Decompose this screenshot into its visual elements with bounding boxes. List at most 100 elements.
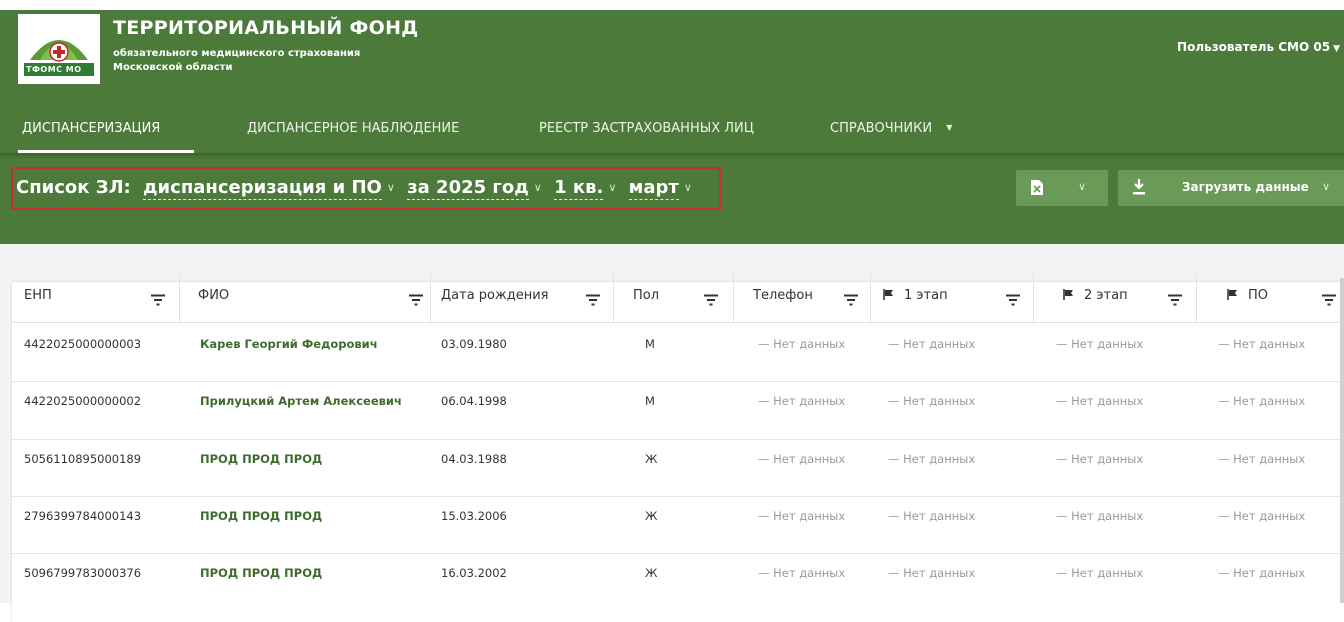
excel-file-icon (1031, 180, 1043, 195)
column-header-label: ФИО (198, 288, 230, 303)
cell-fio-link[interactable]: ПРОД ПРОД ПРОД (200, 509, 322, 523)
cell-fio-link[interactable]: ПРОД ПРОД ПРОД (200, 452, 322, 466)
flag-icon (1063, 289, 1073, 300)
cell-stage1: — Нет данных (888, 394, 976, 408)
column-header-label: ЕНП (24, 288, 52, 303)
cell-fio-link[interactable]: Карев Георгий Федорович (200, 337, 378, 351)
cell-enp: 2796399784000143 (24, 509, 142, 523)
row-divider (12, 381, 1344, 382)
column-header-phone[interactable]: Телефон (753, 288, 865, 314)
filter-year-select[interactable]: за 2025 год (407, 177, 529, 200)
chevron-down-icon: ∨ (1322, 180, 1331, 193)
list-filter: Список ЗЛ: диспансеризация и ПО ∨ за 2025… (16, 177, 698, 200)
org-subtitle-line1: обязательного медицинского страхования (113, 48, 361, 59)
tab-reestr-zastrakhovannykh[interactable]: РЕЕСТР ЗАСТРАХОВАННЫХ ЛИЦ (539, 121, 754, 136)
user-menu[interactable]: Пользователь СМО 05 ▼ (1177, 40, 1340, 54)
tab-spravochniki[interactable]: СПРАВОЧНИКИ ▼ (830, 121, 952, 136)
flag-icon (1227, 289, 1237, 300)
cell-phone: — Нет данных (758, 566, 846, 580)
filter-month-select[interactable]: март (628, 177, 679, 200)
filter-quarter-select[interactable]: 1 кв. (554, 177, 604, 200)
row-divider (12, 439, 1344, 440)
column-header-birth-date[interactable]: Дата рождения (441, 288, 607, 314)
column-header-label: 1 этап (904, 288, 948, 303)
column-divider (613, 274, 614, 322)
load-data-label: Загрузить данные (1182, 180, 1309, 194)
tab-spravochniki-label: СПРАВОЧНИКИ (830, 121, 933, 136)
cell-sex: Ж (645, 509, 658, 523)
table-scrollbar[interactable] (1340, 278, 1344, 603)
cell-stage2: — Нет данных (1056, 566, 1144, 580)
column-divider (430, 274, 431, 322)
cell-po: — Нет данных (1218, 566, 1306, 580)
chevron-down-icon: ∨ (1078, 180, 1087, 193)
cell-enp: 4422025000000002 (24, 394, 142, 408)
column-header-label: ПО (1248, 288, 1269, 303)
cell-stage2: — Нет данных (1056, 337, 1144, 351)
cell-stage2: — Нет данных (1056, 394, 1144, 408)
column-header-po[interactable]: ПО (1227, 288, 1339, 314)
cell-sex: М (645, 337, 655, 351)
cell-stage1: — Нет данных (888, 566, 976, 580)
row-divider (12, 553, 1344, 554)
column-divider (1033, 274, 1034, 322)
column-header-stage2[interactable]: 2 этап (1063, 288, 1191, 314)
cell-enp: 5056110895000189 (24, 452, 142, 466)
cell-po: — Нет данных (1218, 337, 1306, 351)
filter-icon[interactable] (150, 294, 166, 306)
filter-icon[interactable] (1005, 294, 1021, 306)
cell-birth-date: 06.04.1998 (441, 394, 507, 408)
org-subtitle-line2: Московской области (113, 62, 233, 73)
filter-type-select[interactable]: диспансеризация и ПО (143, 177, 382, 200)
row-divider (12, 496, 1344, 497)
cell-phone: — Нет данных (758, 452, 846, 466)
cell-stage1: — Нет данных (888, 509, 976, 523)
org-subtitle: обязательного медицинского страхования М… (113, 47, 360, 75)
column-header-fio[interactable]: ФИО (198, 288, 424, 314)
export-excel-button[interactable]: ∨ (1016, 170, 1108, 206)
tab-dispanserizatsiya[interactable]: ДИСПАНСЕРИЗАЦИЯ (22, 121, 160, 136)
chevron-down-icon: ▼ (946, 123, 953, 132)
download-icon (1133, 179, 1145, 195)
load-data-button[interactable]: Загрузить данные ∨ (1118, 170, 1344, 206)
column-divider (870, 274, 871, 322)
cell-sex: М (645, 394, 655, 408)
cell-birth-date: 03.09.1980 (441, 337, 507, 351)
chevron-down-icon: ∨ (386, 181, 395, 194)
tab-dispansernoe-nablyudenie[interactable]: ДИСПАНСЕРНОЕ НАБЛЮДЕНИЕ (247, 121, 459, 136)
cell-phone: — Нет данных (758, 509, 846, 523)
cell-phone: — Нет данных (758, 337, 846, 351)
cell-phone: — Нет данных (758, 394, 846, 408)
cell-sex: Ж (645, 452, 658, 466)
active-tab-indicator (18, 150, 194, 153)
cell-enp: 4422025000000003 (24, 337, 142, 351)
column-header-enp[interactable]: ЕНП (24, 288, 170, 314)
chevron-down-icon: ∨ (683, 181, 692, 194)
column-header-stage1[interactable]: 1 этап (883, 288, 1025, 314)
chevron-down-icon: ∨ (533, 181, 542, 194)
column-header-label: 2 этап (1084, 288, 1128, 303)
filter-icon[interactable] (585, 294, 601, 306)
cell-sex: Ж (645, 566, 658, 580)
filter-icon[interactable] (408, 294, 424, 306)
filter-icon[interactable] (843, 294, 859, 306)
column-divider (1196, 274, 1197, 322)
cell-stage1: — Нет данных (888, 337, 976, 351)
cell-birth-date: 16.03.2002 (441, 566, 507, 580)
column-header-label: Дата рождения (441, 288, 549, 303)
filter-prefix: Список ЗЛ: (16, 177, 131, 198)
user-menu-label: Пользователь СМО 05 (1177, 40, 1331, 54)
column-divider (733, 274, 734, 322)
column-header-sex[interactable]: Пол (633, 288, 727, 314)
cell-fio-link[interactable]: Прилуцкий Артем Алексеевич (200, 394, 402, 408)
filter-icon[interactable] (1167, 294, 1183, 306)
column-divider (179, 274, 180, 322)
cell-stage2: — Нет данных (1056, 452, 1144, 466)
cell-stage1: — Нет данных (888, 452, 976, 466)
filter-icon[interactable] (1321, 294, 1337, 306)
cell-birth-date: 15.03.2006 (441, 509, 507, 523)
cell-fio-link[interactable]: ПРОД ПРОД ПРОД (200, 566, 322, 580)
filter-icon[interactable] (703, 294, 719, 306)
top-crop-strip (0, 0, 1344, 10)
org-logo[interactable]: ТФОМС МО (18, 14, 100, 84)
